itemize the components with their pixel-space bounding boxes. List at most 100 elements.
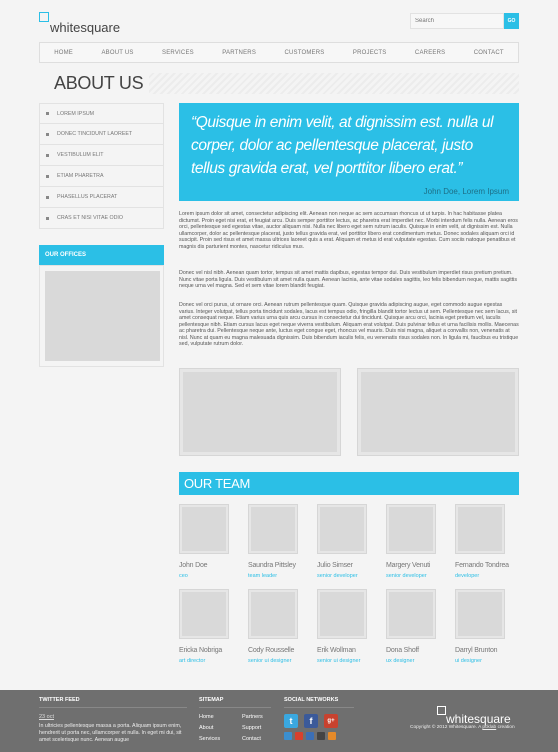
- bullet-icon: [46, 112, 49, 115]
- sidebar-item-etiam-pharetra[interactable]: ETIAM PHARETRA: [39, 166, 164, 187]
- bullet-icon: [46, 216, 49, 220]
- offices-map-image[interactable]: [45, 271, 160, 361]
- sitemap-link-partners[interactable]: Partners: [242, 714, 285, 720]
- nav-item-about-us[interactable]: ABOUT US: [101, 50, 133, 56]
- member-name: John Doe: [179, 562, 208, 569]
- sidebar-item-label: PHASELLUS PLACERAT: [57, 194, 118, 200]
- member-photo[interactable]: [455, 504, 505, 554]
- copyright-text: Copyright © 2012 Whitesquare. A: [410, 725, 481, 730]
- member-role[interactable]: team leader: [248, 573, 300, 579]
- member-role[interactable]: senior ui designer: [317, 658, 369, 664]
- member-name: Fernando Tondrea: [455, 562, 509, 569]
- member-name: Julio Simser: [317, 562, 353, 569]
- main-nav: HOME ABOUT US SERVICES PARTNERS CUSTOMER…: [39, 42, 519, 63]
- member-photo[interactable]: [248, 504, 298, 554]
- nav-item-projects[interactable]: PROJECTS: [353, 50, 387, 56]
- member-name: Darryl Brunton: [455, 647, 498, 654]
- facebook-icon[interactable]: f: [304, 714, 318, 728]
- pinterest-icon[interactable]: [295, 732, 303, 740]
- sidebar-menu: LOREM IPSUM DONEC TINCIDUNT LAOREET VEST…: [39, 103, 164, 229]
- sidebar-item-vestibulum-elit[interactable]: VESTIBULUM ELIT: [39, 145, 164, 166]
- nav-item-services[interactable]: SERVICES: [162, 50, 194, 56]
- member-role[interactable]: senior developer: [317, 573, 369, 579]
- paragraph-2: Donec vel nisl nibh. Aenean quam tortor,…: [179, 270, 518, 289]
- member-role[interactable]: ceo: [179, 573, 231, 579]
- social-networks-title: SOCIAL NETWORKS: [284, 697, 354, 708]
- member-role[interactable]: senior developer: [386, 573, 438, 579]
- member-photo[interactable]: [386, 504, 436, 554]
- member-name: Dona Shoff: [386, 647, 419, 654]
- nav-item-partners[interactable]: PARTNERS: [222, 50, 256, 56]
- bullet-icon: [46, 132, 49, 136]
- member-name: Ericka Nobriga: [179, 647, 223, 654]
- page-title-bar: ABOUT US: [39, 73, 519, 94]
- team-member: Ericka Nobriga art director: [179, 589, 231, 664]
- sidebar-item-label: DONEC TINCIDUNT LAOREET: [57, 131, 133, 137]
- team-member: John Doe ceo: [179, 504, 231, 579]
- page-title: ABOUT US: [39, 73, 150, 94]
- tweet-text: In ultricies pellentesque massa a porta.…: [39, 723, 182, 743]
- twitter-feed: TWITTER FEED 23 oct In ultricies pellent…: [39, 697, 187, 744]
- bullet-icon: [46, 153, 49, 157]
- team-member: Cody Rousselle senior ui designer: [248, 589, 300, 664]
- member-photo[interactable]: [317, 589, 367, 639]
- team-member: Erik Wollman senior ui designer: [317, 589, 369, 664]
- team-member: Dona Shoff ux designer: [386, 589, 438, 664]
- nav-item-careers[interactable]: CAREERS: [415, 50, 445, 56]
- sidebar-item-label: CRAS ET NISI VITAE ODIO: [57, 215, 124, 221]
- delicious-icon[interactable]: [306, 732, 314, 740]
- member-photo[interactable]: [386, 589, 436, 639]
- sidebar-item-label: VESTIBULUM ELIT: [57, 152, 104, 158]
- bullet-icon: [46, 195, 49, 199]
- twitter-feed-title: TWITTER FEED: [39, 697, 187, 708]
- team-member: Julio Simser senior developer: [317, 504, 369, 579]
- team-member: Saundra Pittsley team leader: [248, 504, 300, 579]
- member-photo[interactable]: [317, 504, 367, 554]
- sitemap-link-services[interactable]: Services: [199, 736, 242, 742]
- nav-item-home[interactable]: HOME: [54, 50, 73, 56]
- member-photo[interactable]: [179, 504, 229, 554]
- member-photo[interactable]: [248, 589, 298, 639]
- paragraph-3: Donec vel orci purus, ut ornare orci. Ae…: [179, 302, 519, 347]
- member-role[interactable]: ui designer: [455, 658, 507, 664]
- social-small-icons: [284, 732, 354, 740]
- quote-text: “Quisque in enim velit, at dignissim est…: [191, 114, 494, 177]
- copyright-link[interactable]: pcklab: [482, 725, 496, 730]
- quote-author: John Doe, Lorem Ipsum: [423, 187, 509, 196]
- sitemap-link-support[interactable]: Support: [242, 725, 285, 731]
- member-role[interactable]: art director: [179, 658, 231, 664]
- copyright-end: creation: [497, 725, 515, 730]
- member-role[interactable]: senior ui designer: [248, 658, 300, 664]
- sitemap-links: Home Partners About Support Services Con…: [199, 714, 271, 742]
- rss-icon[interactable]: [328, 732, 336, 740]
- bullet-icon: [46, 174, 49, 178]
- member-photo[interactable]: [455, 589, 505, 639]
- sidebar-item-lorem-ipsum[interactable]: LOREM IPSUM: [39, 103, 164, 124]
- logo[interactable]: whitesquare: [39, 12, 120, 34]
- google-plus-icon[interactable]: g+: [324, 714, 338, 728]
- sitemap-link-contact[interactable]: Contact: [242, 736, 285, 742]
- search-button[interactable]: GO: [504, 13, 519, 29]
- photo-image: [361, 372, 515, 452]
- social-networks: SOCIAL NETWORKS t f g+: [284, 697, 354, 740]
- member-role[interactable]: developer: [455, 573, 507, 579]
- search-input[interactable]: [410, 13, 504, 29]
- tweet-date[interactable]: 23 oct: [39, 714, 187, 720]
- vimeo-icon[interactable]: [284, 732, 292, 740]
- sitemap-link-home[interactable]: Home: [199, 714, 242, 720]
- member-photo[interactable]: [179, 589, 229, 639]
- nav-item-contact[interactable]: CONTACT: [474, 50, 504, 56]
- quote-block: “Quisque in enim velit, at dignissim est…: [179, 103, 519, 201]
- sidebar-item-donec-tincidunt[interactable]: DONEC TINCIDUNT LAOREET: [39, 124, 164, 145]
- sidebar-item-cras-et-nisi[interactable]: CRAS ET NISI VITAE ODIO: [39, 208, 164, 229]
- nav-item-customers[interactable]: CUSTOMERS: [284, 50, 324, 56]
- member-role[interactable]: ux designer: [386, 658, 438, 664]
- sitemap-link-about[interactable]: About: [199, 725, 242, 731]
- social-icons: t f g+: [284, 714, 354, 728]
- email-icon[interactable]: [317, 732, 325, 740]
- offices-panel: [39, 265, 164, 367]
- sidebar-item-phasellus-placerat[interactable]: PHASELLUS PLACERAT: [39, 187, 164, 208]
- footer-logo[interactable]: whitesquare: [437, 706, 511, 726]
- twitter-icon[interactable]: t: [284, 714, 298, 728]
- photo-placeholder: [357, 368, 519, 456]
